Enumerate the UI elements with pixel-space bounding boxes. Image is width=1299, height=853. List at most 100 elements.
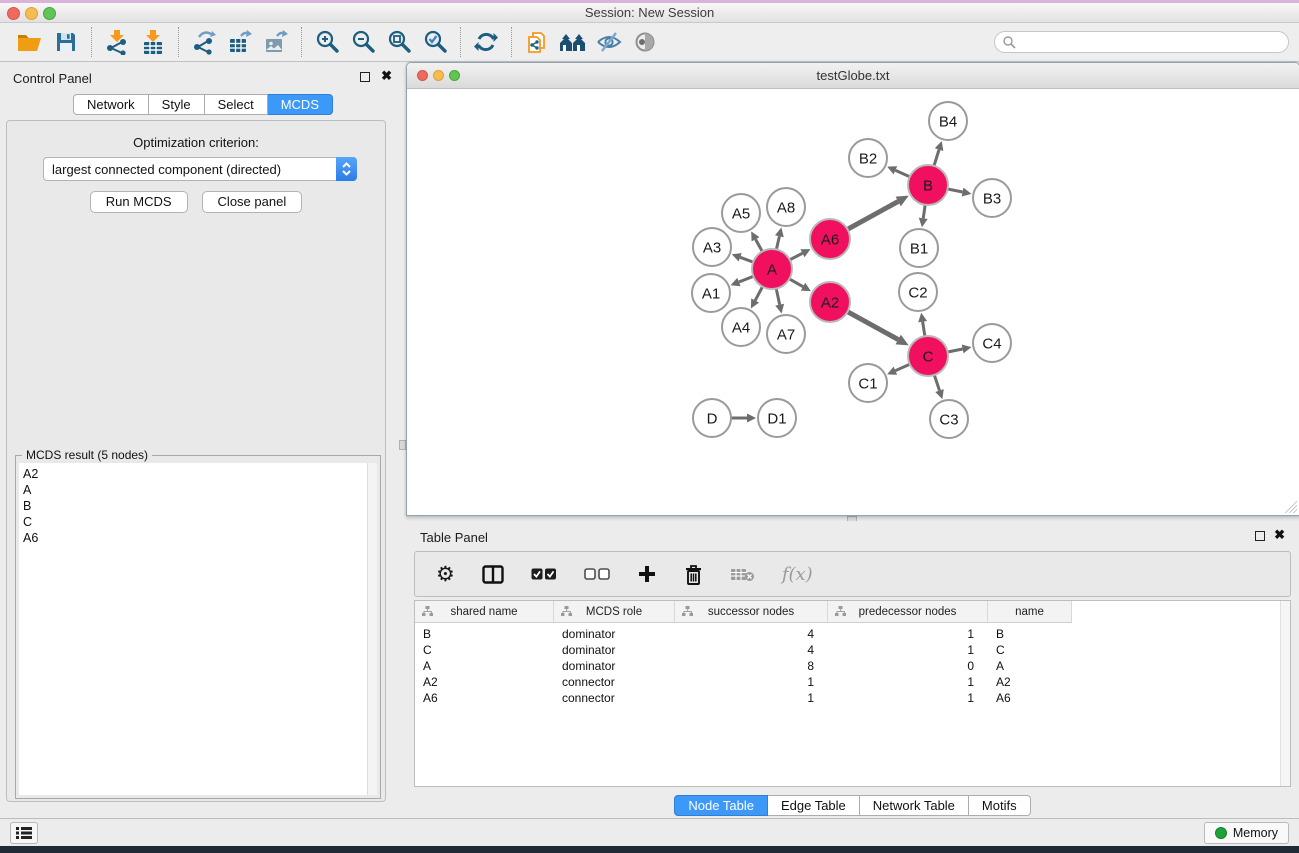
edge-A-A1[interactable] [739, 276, 753, 282]
window-resize-grip[interactable] [1283, 499, 1297, 513]
tab-motifs[interactable]: Motifs [969, 795, 1031, 816]
column-header-successor-nodes[interactable]: successor nodes [675, 601, 828, 623]
column-header-predecessor-nodes[interactable]: predecessor nodes [828, 601, 988, 623]
criterion-select[interactable]: largest connected component (directed) [43, 157, 357, 181]
export-table-icon[interactable] [222, 26, 258, 58]
edge-C-C3[interactable] [934, 375, 939, 391]
edge-C-C2[interactable] [923, 322, 925, 337]
refresh-icon[interactable] [468, 26, 504, 58]
network-canvas[interactable]: B4B2BB3A8A5A6A3B1AC2A1A2A4A7C4CC1C3DD1 [407, 89, 1299, 515]
clone-network-icon[interactable] [519, 26, 555, 58]
result-item[interactable]: B [19, 498, 377, 514]
edge-B-B4[interactable] [934, 150, 939, 166]
node-label-C2: C2 [908, 285, 927, 302]
edge-B-B1[interactable] [923, 205, 925, 219]
table-toolbar: ⚙ f(x) [414, 551, 1291, 597]
export-image-icon[interactable] [258, 26, 294, 58]
table-row[interactable]: Cdominator41C [415, 642, 1290, 658]
result-item[interactable]: A2 [19, 466, 377, 482]
tab-select[interactable]: Select [205, 94, 268, 115]
arrowhead-icon [962, 345, 972, 354]
tab-mcds[interactable]: MCDS [268, 94, 333, 115]
edge-C-C1[interactable] [895, 364, 909, 370]
edge-A-A4[interactable] [755, 287, 762, 301]
arrowhead-icon [919, 218, 928, 228]
control-panel-title: Control Panel [13, 71, 92, 86]
table-row[interactable]: Adominator80A [415, 658, 1290, 674]
table-row[interactable]: A6connector11A6 [415, 690, 1290, 706]
memory-label: Memory [1233, 826, 1278, 840]
table-close-panel-icon[interactable]: ✖ [1274, 527, 1285, 543]
add-column-plus-icon[interactable] [637, 564, 657, 584]
edge-C-C4[interactable] [948, 349, 963, 352]
tab-network[interactable]: Network [73, 94, 149, 115]
edge-A6-B[interactable] [848, 201, 899, 229]
table-settings-gear-icon[interactable]: ⚙ [436, 564, 455, 585]
vertical-splitter-handle[interactable] [399, 440, 406, 450]
result-item[interactable]: A [19, 482, 377, 498]
open-session-icon[interactable] [12, 26, 48, 58]
zoom-selected-icon[interactable] [417, 26, 453, 58]
node-label-D1: D1 [767, 411, 786, 428]
zoom-in-icon[interactable] [309, 26, 345, 58]
network-graph[interactable]: B4B2BB3A8A5A6A3B1AC2A1A2A4A7C4CC1C3DD1 [407, 89, 1299, 515]
table-float-panel-icon[interactable] [1255, 531, 1265, 541]
select-all-icon[interactable] [531, 568, 557, 581]
edge-A-A3[interactable] [740, 257, 753, 262]
run-mcds-button[interactable]: Run MCDS [90, 191, 188, 213]
mcds-result-list[interactable]: A2ABCA6 [19, 463, 377, 795]
table-scrollbar[interactable] [1280, 601, 1290, 786]
edge-A-A6[interactable] [790, 253, 803, 260]
node-label-B2: B2 [859, 151, 877, 168]
close-panel-icon[interactable]: ✖ [381, 68, 392, 84]
edge-B-B2[interactable] [895, 170, 909, 176]
toolbar-separator [511, 27, 512, 57]
table-cell: 1 [675, 690, 828, 706]
save-session-icon[interactable] [48, 26, 84, 58]
zoom-out-icon[interactable] [345, 26, 381, 58]
control-panel-tabs: NetworkStyleSelectMCDS [0, 94, 406, 115]
list-icon [16, 826, 32, 840]
table-cell: A [988, 658, 1072, 674]
result-item[interactable]: C [19, 514, 377, 530]
node-label-B: B [923, 178, 933, 195]
delete-column-trash-icon[interactable] [684, 564, 703, 585]
export-network-icon[interactable] [186, 26, 222, 58]
column-header-shared-name[interactable]: shared name [415, 601, 554, 623]
node-label-A: A [767, 262, 777, 279]
edge-A2-C[interactable] [848, 312, 899, 340]
tab-edge-table[interactable]: Edge Table [768, 795, 860, 816]
search-input[interactable] [1016, 35, 1288, 49]
column-visibility-icon[interactable] [482, 565, 504, 584]
mcds-tab-content: Optimization criterion: largest connecte… [6, 120, 386, 802]
network-window-titlebar[interactable]: testGlobe.txt [407, 63, 1299, 89]
edge-B-B3[interactable] [948, 189, 963, 192]
table-cell: 1 [828, 626, 988, 642]
float-panel-icon[interactable] [360, 72, 370, 82]
edge-A-A7[interactable] [776, 289, 779, 305]
column-header-name[interactable]: name [988, 601, 1072, 623]
tab-network-table[interactable]: Network Table [860, 795, 969, 816]
table-row[interactable]: Bdominator41B [415, 626, 1290, 642]
edge-A-A2[interactable] [789, 279, 803, 287]
result-scrollbar[interactable] [367, 463, 377, 795]
import-network-icon[interactable] [99, 26, 135, 58]
first-neighbors-icon[interactable] [555, 26, 591, 58]
zoom-fit-icon[interactable] [381, 26, 417, 58]
arrowhead-icon [775, 227, 784, 237]
import-table-icon[interactable] [135, 26, 171, 58]
memory-button[interactable]: Memory [1204, 822, 1289, 844]
deselect-all-icon[interactable] [584, 568, 610, 581]
tab-node-table[interactable]: Node Table [674, 795, 768, 816]
tab-style[interactable]: Style [149, 94, 205, 115]
result-item[interactable]: A6 [19, 530, 377, 546]
task-history-button[interactable] [10, 822, 38, 844]
table-row[interactable]: A2connector11A2 [415, 674, 1290, 690]
edge-A-A5[interactable] [756, 239, 763, 251]
search-field[interactable] [994, 31, 1289, 53]
edge-A-A8[interactable] [776, 236, 779, 249]
show-all-eye-icon[interactable] [627, 26, 663, 58]
column-header-MCDS-role[interactable]: MCDS role [554, 601, 675, 623]
close-panel-button[interactable]: Close panel [202, 191, 303, 213]
hide-selected-eye-icon[interactable] [591, 26, 627, 58]
